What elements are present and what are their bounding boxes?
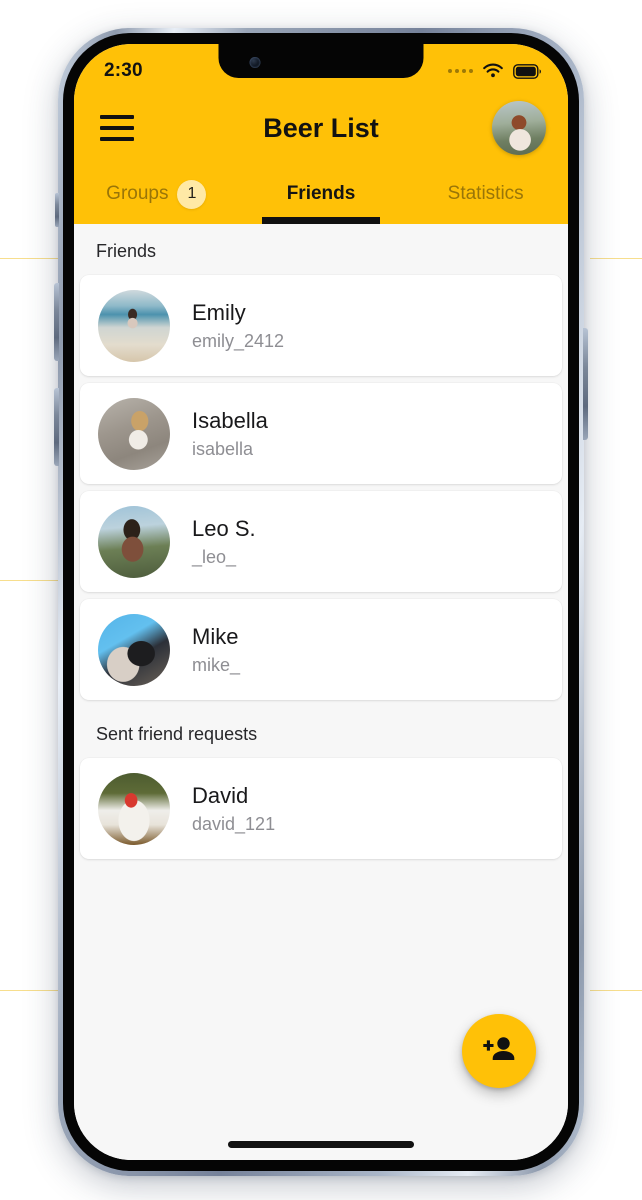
avatar <box>98 505 170 578</box>
status-time: 2:30 <box>104 60 143 81</box>
notch <box>218 44 424 78</box>
friend-name: Leo S. <box>192 515 256 541</box>
list-item[interactable]: Leo S. _leo_ <box>80 491 562 592</box>
battery-full-icon <box>513 63 542 79</box>
avatar <box>98 772 170 845</box>
friend-name: Isabella <box>192 407 268 433</box>
list-item[interactable]: David david_121 <box>80 758 562 859</box>
volume-up-button[interactable] <box>54 283 59 361</box>
wifi-icon <box>482 63 504 79</box>
volume-down-button[interactable] <box>54 388 59 466</box>
silent-switch-button[interactable] <box>55 193 59 227</box>
list-item[interactable]: Isabella isabella <box>80 383 562 484</box>
front-camera-icon <box>249 57 261 68</box>
cellular-dots-icon <box>448 69 473 73</box>
tab-groups[interactable]: Groups 1 <box>74 164 239 224</box>
avatar <box>98 397 170 470</box>
tab-statistics[interactable]: Statistics <box>403 164 568 224</box>
list-item[interactable]: Emily emily_2412 <box>80 275 562 376</box>
user-avatar[interactable] <box>492 101 546 155</box>
phone-frame: 2:30 Beer List Groups 1 Friends Statisti… <box>54 28 588 1176</box>
background-guide-line <box>590 990 642 991</box>
section-header-friends: Friends <box>96 241 157 261</box>
groups-badge: 1 <box>177 179 207 209</box>
avatar <box>98 289 170 362</box>
friend-handle: _leo_ <box>192 546 237 567</box>
hamburger-menu-icon[interactable] <box>100 115 134 141</box>
tab-label: Groups <box>106 183 169 204</box>
phone-bezel: 2:30 Beer List Groups 1 Friends Statisti… <box>63 33 579 1171</box>
list-item[interactable]: Mike mike_ <box>80 599 562 700</box>
friend-handle: isabella <box>192 438 254 459</box>
phone-screen: 2:30 Beer List Groups 1 Friends Statisti… <box>74 44 568 1160</box>
home-indicator[interactable] <box>228 1141 414 1148</box>
friend-handle: mike_ <box>192 654 241 675</box>
screenshot-stage: 2:30 Beer List Groups 1 Friends Statisti… <box>0 0 642 1200</box>
avatar <box>98 613 170 686</box>
status-indicators <box>448 63 542 79</box>
tab-label: Friends <box>286 183 356 204</box>
section-header-sent-requests: Sent friend requests <box>96 724 258 744</box>
friend-name: Emily <box>192 299 246 325</box>
tab-bar: Groups 1 Friends Statistics <box>74 164 568 224</box>
power-button[interactable] <box>583 328 588 440</box>
background-guide-line <box>590 258 642 259</box>
tab-label: Statistics <box>447 183 524 204</box>
add-friend-button[interactable] <box>462 1014 536 1088</box>
active-tab-indicator <box>261 217 381 224</box>
friend-handle: emily_2412 <box>192 330 285 351</box>
friend-handle: david_121 <box>192 813 276 834</box>
navigation-bar: Beer List <box>74 92 568 164</box>
tab-friends[interactable]: Friends <box>239 164 404 224</box>
friend-name: Mike <box>192 623 239 649</box>
friend-name: David <box>192 782 249 808</box>
person-add-icon <box>482 1035 516 1068</box>
